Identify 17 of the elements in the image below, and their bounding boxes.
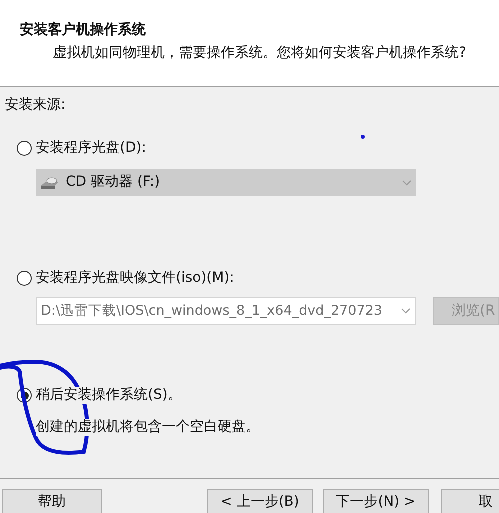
- page-subtitle: 虚拟机如同物理机，需要操作系统。您将如何安装客户机操作系统?: [53, 45, 468, 62]
- wizard-button[interactable]: 取: [441, 489, 499, 513]
- option-label: 安装程序光盘(D):: [36, 140, 146, 157]
- annotation-dot: [361, 135, 365, 139]
- chevron-down-icon: [401, 308, 411, 314]
- section-label: 安装来源:: [5, 97, 67, 114]
- radio-button[interactable]: [17, 141, 32, 156]
- wizard-button[interactable]: < 上一步(B): [207, 489, 313, 513]
- drive-value: CD 驱动器 (F:): [66, 174, 160, 191]
- iso-path-value: D:\迅雷下载\IOS\cn_windows_8_1_x64_dvd_270723: [41, 302, 383, 320]
- disc-drive-icon: [40, 176, 60, 190]
- wizard-button[interactable]: 帮助: [2, 489, 102, 513]
- chevron-down-icon: [402, 180, 412, 186]
- option-label: 安装程序光盘映像文件(iso)(M):: [36, 270, 234, 287]
- page-title: 安装客户机操作系统: [20, 22, 147, 39]
- wizard-button[interactable]: 下一步(N) >: [323, 489, 429, 513]
- radio-button[interactable]: [17, 271, 32, 286]
